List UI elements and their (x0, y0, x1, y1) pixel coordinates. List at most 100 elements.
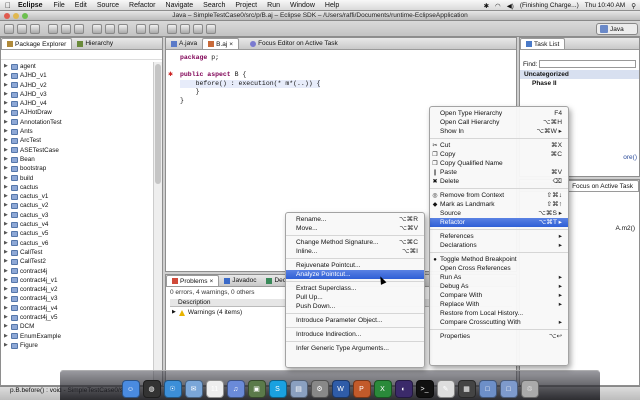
list-item[interactable]: ▶ Figure (1, 341, 153, 350)
search-icon[interactable] (149, 24, 159, 34)
folder-icon[interactable]: □ (478, 380, 497, 398)
menu-item-copy-qualified-name[interactable]: ❐ Copy Qualified Name (430, 159, 568, 168)
menu-item-cut[interactable]: ✂ Cut ⌘X (430, 141, 568, 150)
expand-icon[interactable]: ▶ (4, 118, 9, 127)
list-item[interactable]: ▶ cactus (1, 183, 153, 192)
tab-a-java[interactable]: A.java (166, 38, 202, 49)
open-type-icon[interactable] (136, 24, 146, 34)
close-icon[interactable]: × (209, 276, 213, 287)
list-item[interactable]: ▶ bootstrap (1, 164, 153, 173)
category-uncategorized[interactable]: Uncategorized (520, 70, 639, 79)
menu-item-analyze-pointcut[interactable]: Analyze Pointcut... (286, 270, 424, 279)
new-package-icon[interactable] (105, 24, 115, 34)
menu-item-pull-up[interactable]: Pull Up... (286, 293, 424, 302)
back-icon[interactable] (193, 24, 203, 34)
expand-icon[interactable]: ▶ (4, 164, 9, 173)
expand-icon[interactable]: ▶ (4, 332, 9, 341)
list-item[interactable]: ▶ cactus_v5 (1, 229, 153, 238)
expand-icon[interactable]: ▶ (4, 201, 9, 210)
menu-item-infer-generic-type-arguments[interactable]: Infer Generic Type Arguments... (286, 344, 424, 353)
expand-icon[interactable]: ▶ (4, 81, 9, 90)
new-class-icon[interactable] (118, 24, 128, 34)
preferences-icon[interactable]: ⚙ (310, 380, 329, 398)
menu-item-change-method-signature[interactable]: Change Method Signature... ⌥⌘C (286, 238, 424, 247)
expand-icon[interactable]: ▶ (4, 276, 9, 285)
new-java-project-icon[interactable] (92, 24, 102, 34)
itunes-icon[interactable]: ♫ (226, 380, 245, 398)
menu-item-replace-with[interactable]: Replace With ▸ (430, 300, 568, 309)
package-explorer-scrollbar[interactable] (153, 62, 162, 385)
tab-package-explorer[interactable]: Package Explorer (1, 38, 73, 49)
menu-item-extract-superclass[interactable]: Extract Superclass... (286, 284, 424, 293)
expand-icon[interactable]: ▶ (4, 257, 9, 266)
documents-icon[interactable]: □ (499, 380, 518, 398)
list-item[interactable]: ▶ contract4j_v5 (1, 313, 153, 322)
task-phase-ii[interactable]: Phase II (520, 79, 639, 88)
menu-item-inline[interactable]: Inline... ⌥⌘I (286, 247, 424, 256)
task-list-partial-item[interactable]: ore() (623, 154, 637, 161)
textedit-icon[interactable]: ✎ (436, 380, 455, 398)
menu-item-delete[interactable]: ✖ Delete ⌫ (430, 177, 568, 186)
external-tools-icon[interactable] (74, 24, 84, 34)
menu-refactor[interactable]: Refactor (124, 2, 160, 9)
expand-icon[interactable]: ▶ (4, 341, 9, 350)
previous-annotation-icon[interactable] (180, 24, 190, 34)
dashboard-icon[interactable]: ◍ (142, 380, 161, 398)
menu-item-open-type-hierarchy[interactable]: Open Type Hierarchy F4 (430, 109, 568, 118)
menu-edit[interactable]: Edit (70, 2, 92, 9)
list-item[interactable]: ▶ contract4j_v3 (1, 294, 153, 303)
expand-icon[interactable]: ▶ (4, 322, 9, 331)
find-input[interactable] (539, 60, 636, 68)
menu-item-introduce-indirection[interactable]: Introduce Indirection... (286, 330, 424, 339)
tab-b-aj[interactable]: B.aj × (202, 38, 240, 50)
save-icon[interactable] (17, 24, 27, 34)
wifi-icon[interactable]: ◠ (495, 2, 501, 10)
close-icon[interactable]: × (229, 39, 233, 50)
expand-icon[interactable]: ▶ (4, 239, 9, 248)
list-item[interactable]: ▶ cactus_v2 (1, 201, 153, 210)
list-item[interactable]: ▶ contract4j_v1 (1, 276, 153, 285)
trash-icon[interactable]: ♲ (520, 380, 539, 398)
eclipse-icon[interactable]: ◐ (394, 380, 413, 398)
list-item[interactable]: ▶ ASETestCase (1, 146, 153, 155)
list-item[interactable]: ▶ cactus_v4 (1, 220, 153, 229)
expand-icon[interactable]: ▶ (4, 99, 9, 108)
menu-item-source[interactable]: Source ⌥⌘S ▸ (430, 209, 568, 218)
list-item[interactable]: ▶ CallTest (1, 248, 153, 257)
expand-icon[interactable]: ▶ (4, 285, 9, 294)
iphoto-icon[interactable]: ▣ (247, 380, 266, 398)
menu-source[interactable]: Source (92, 2, 124, 9)
list-item[interactable]: ▶ Bean (1, 155, 153, 164)
list-item[interactable]: ▶ agent (1, 62, 153, 71)
excel-icon[interactable]: X (373, 380, 392, 398)
print-icon[interactable] (30, 24, 40, 34)
terminal-icon[interactable]: >_ (415, 380, 434, 398)
code-editor[interactable]: package p; public aspect B { before() : … (180, 54, 321, 105)
list-item[interactable]: ▶ Ants (1, 127, 153, 136)
expand-icon[interactable]: ▶ (4, 146, 9, 155)
expand-icon[interactable]: ▶ (4, 108, 9, 117)
list-item[interactable]: ▶ DCM (1, 322, 153, 331)
menu-item-open-call-hierarchy[interactable]: Open Call Hierarchy ⌥⌘H (430, 118, 568, 127)
menu-help[interactable]: Help (320, 2, 344, 9)
menu-item-compare-with[interactable]: Compare With ▸ (430, 291, 568, 300)
focus-editor-button[interactable]: Focus Editor on Active Task (245, 38, 343, 49)
list-item[interactable]: ▶ AJHD_v4 (1, 99, 153, 108)
new-icon[interactable] (4, 24, 14, 34)
expand-icon[interactable]: ▶ (4, 127, 9, 136)
expand-icon[interactable]: ▶ (4, 62, 9, 71)
list-item[interactable]: ▶ cactus_v1 (1, 192, 153, 201)
menu-item-restore-from-local-history[interactable]: Restore from Local History... (430, 309, 568, 318)
list-item[interactable]: ▶ contract4j_v2 (1, 285, 153, 294)
menu-item-toggle-method-breakpoint[interactable]: ● Toggle Method Breakpoint (430, 255, 568, 264)
volume-icon[interactable]: ◀) (507, 2, 514, 10)
menu-item-remove-from-context[interactable]: ◎ Remove from Context ⇧⌘↓ (430, 191, 568, 200)
expand-icon[interactable]: ▶ (4, 183, 9, 192)
menu-item-compare-crosscutting-with[interactable]: Compare Crosscutting With ▸ (430, 318, 568, 327)
menu-item-run-as[interactable]: Run As ▸ (430, 273, 568, 282)
tab-hierarchy[interactable]: Hierarchy (72, 38, 118, 49)
debug-icon[interactable] (48, 24, 58, 34)
expand-icon[interactable]: ▶ (4, 136, 9, 145)
list-item[interactable]: ▶ contract4j_v4 (1, 304, 153, 313)
menu-item-introduce-parameter-object[interactable]: Introduce Parameter Object... (286, 316, 424, 325)
